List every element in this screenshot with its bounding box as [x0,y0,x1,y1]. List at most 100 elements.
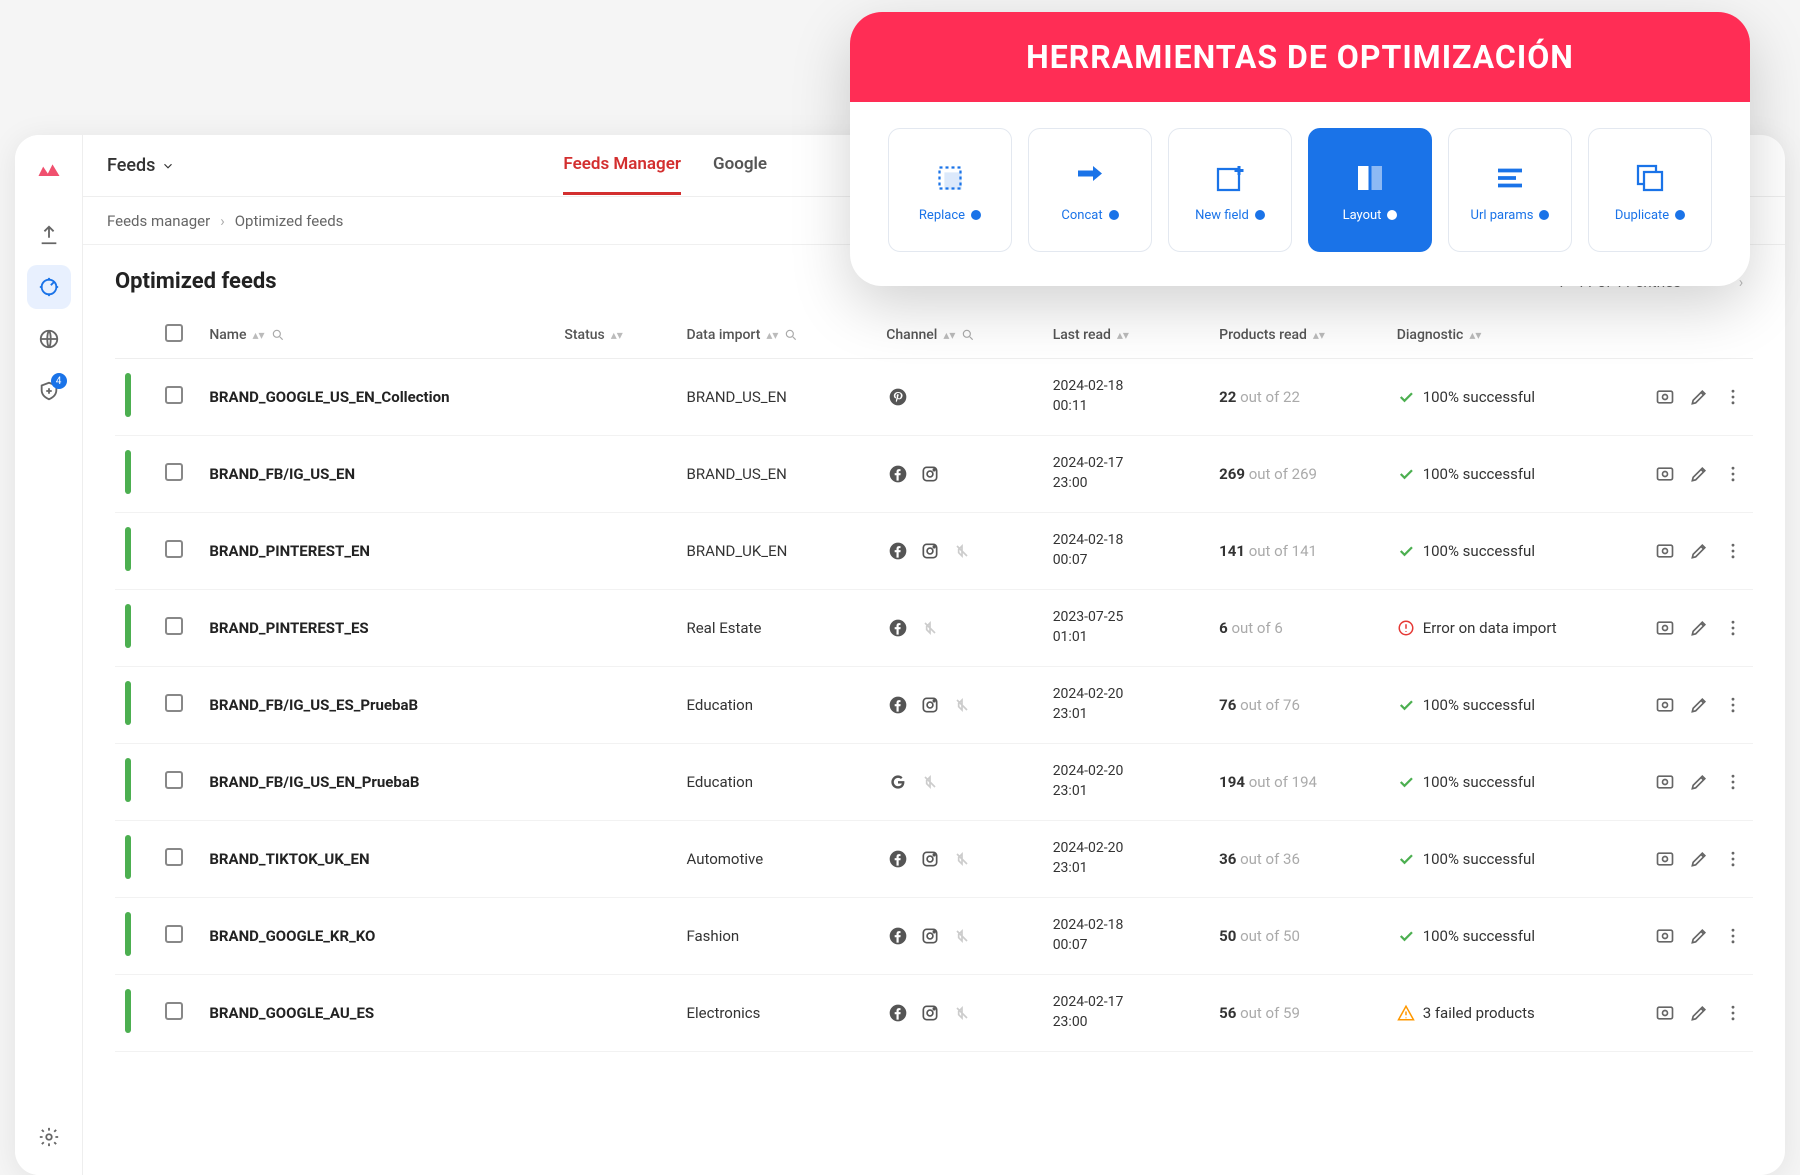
search-icon[interactable] [271,328,285,342]
row-checkbox[interactable] [165,617,183,635]
breadcrumb-item[interactable]: Feeds manager [107,212,210,230]
tab-google[interactable]: Google [713,136,767,195]
nav-shield[interactable]: 4 [27,369,71,413]
tool-replace[interactable]: Replace [888,128,1012,252]
google-icon [886,770,910,794]
facebook-icon [886,462,910,486]
more-icon[interactable] [1723,926,1743,946]
toolbox-title: HERRAMIENTAS DE OPTIMIZACIÓN [850,12,1750,102]
row-checkbox[interactable] [165,848,183,866]
row-checkbox[interactable] [165,925,183,943]
products-read-value: 50 out of 50 [1219,927,1300,945]
nav-globe[interactable] [27,317,71,361]
preview-icon[interactable] [1655,772,1675,792]
row-actions [1630,541,1743,561]
edit-icon[interactable] [1689,464,1709,484]
data-import-value: BRAND_US_EN [686,388,786,406]
edit-icon[interactable] [1689,387,1709,407]
nav-shield-badge: 4 [51,373,67,389]
sort-icon[interactable]: ▴▾ [943,333,955,338]
preview-icon[interactable] [1655,849,1675,869]
edit-icon[interactable] [1689,772,1709,792]
nav-upload[interactable] [27,213,71,257]
channel-icons [886,385,1032,409]
row-actions [1630,849,1743,869]
table-row: BRAND_GOOGLE_AU_ESElectronics2024-02-172… [115,975,1753,1052]
diagnostic-value: Error on data import [1397,619,1610,637]
feed-name: BRAND_FB/IG_US_EN [209,465,355,483]
more-icon[interactable] [1723,618,1743,638]
more-icon[interactable] [1723,464,1743,484]
edit-icon[interactable] [1689,849,1709,869]
preview-icon[interactable] [1655,695,1675,715]
row-checkbox[interactable] [165,1002,183,1020]
tool-layout[interactable]: Layout [1308,128,1432,252]
edit-icon[interactable] [1689,541,1709,561]
muted-icon [950,693,974,717]
preview-icon[interactable] [1655,618,1675,638]
last-read-value: 2024-02-1800:11 [1053,377,1199,416]
dot-icon [1387,210,1397,220]
preview-icon[interactable] [1655,1003,1675,1023]
last-read-value: 2024-02-1800:07 [1053,531,1199,570]
main: Feeds Feeds ManagerGoogle Feeds manager … [83,135,1785,1175]
sort-icon[interactable]: ▴▾ [1469,333,1481,338]
urlparams-icon [1490,158,1530,198]
section-dropdown[interactable]: Feeds [107,155,175,176]
edit-icon[interactable] [1689,695,1709,715]
tool-urlparams[interactable]: Url params [1448,128,1572,252]
edit-icon[interactable] [1689,1003,1709,1023]
row-actions [1630,387,1743,407]
more-icon[interactable] [1723,772,1743,792]
edit-icon[interactable] [1689,926,1709,946]
preview-icon[interactable] [1655,926,1675,946]
more-icon[interactable] [1723,387,1743,407]
nav-target[interactable] [27,265,71,309]
more-icon[interactable] [1723,1003,1743,1023]
row-checkbox[interactable] [165,463,183,481]
preview-icon[interactable] [1655,464,1675,484]
sort-icon[interactable]: ▴▾ [611,333,623,338]
row-checkbox[interactable] [165,386,183,404]
select-all-checkbox[interactable] [165,324,183,342]
row-status-marker [125,527,131,571]
sort-icon[interactable]: ▴▾ [1313,333,1325,338]
sort-icon[interactable]: ▴▾ [1117,333,1129,338]
tab-feeds-manager[interactable]: Feeds Manager [563,136,681,195]
tool-duplicate[interactable]: Duplicate [1588,128,1712,252]
edit-icon[interactable] [1689,618,1709,638]
row-checkbox[interactable] [165,540,183,558]
more-icon[interactable] [1723,849,1743,869]
search-icon[interactable] [784,328,798,342]
data-import-value: Real Estate [686,619,761,637]
row-actions [1630,926,1743,946]
error-icon [1397,619,1415,637]
breadcrumb-item: Optimized feeds [235,212,344,230]
tool-concat[interactable]: Concat [1028,128,1152,252]
newfield-icon [1210,158,1250,198]
channel-icons [886,847,1032,871]
row-checkbox[interactable] [165,694,183,712]
data-import-value: Education [686,773,753,791]
products-read-value: 269 out of 269 [1219,465,1317,483]
row-checkbox[interactable] [165,771,183,789]
logo-icon [33,153,65,185]
feed-name: BRAND_PINTEREST_ES [209,619,368,637]
sort-icon[interactable]: ▴▾ [253,333,265,338]
more-icon[interactable] [1723,541,1743,561]
preview-icon[interactable] [1655,387,1675,407]
tool-label: Concat [1061,208,1118,223]
row-actions [1630,1003,1743,1023]
more-icon[interactable] [1723,695,1743,715]
search-icon[interactable] [961,328,975,342]
nav-settings[interactable] [27,1115,71,1159]
row-status-marker [125,604,131,648]
col-channel: Channel [886,327,937,343]
products-read-value: 36 out of 36 [1219,850,1300,868]
data-import-value: Fashion [686,927,739,945]
preview-icon[interactable] [1655,541,1675,561]
instagram-icon [918,539,942,563]
tool-newfield[interactable]: New field [1168,128,1292,252]
sort-icon[interactable]: ▴▾ [766,333,778,338]
instagram-icon [918,924,942,948]
